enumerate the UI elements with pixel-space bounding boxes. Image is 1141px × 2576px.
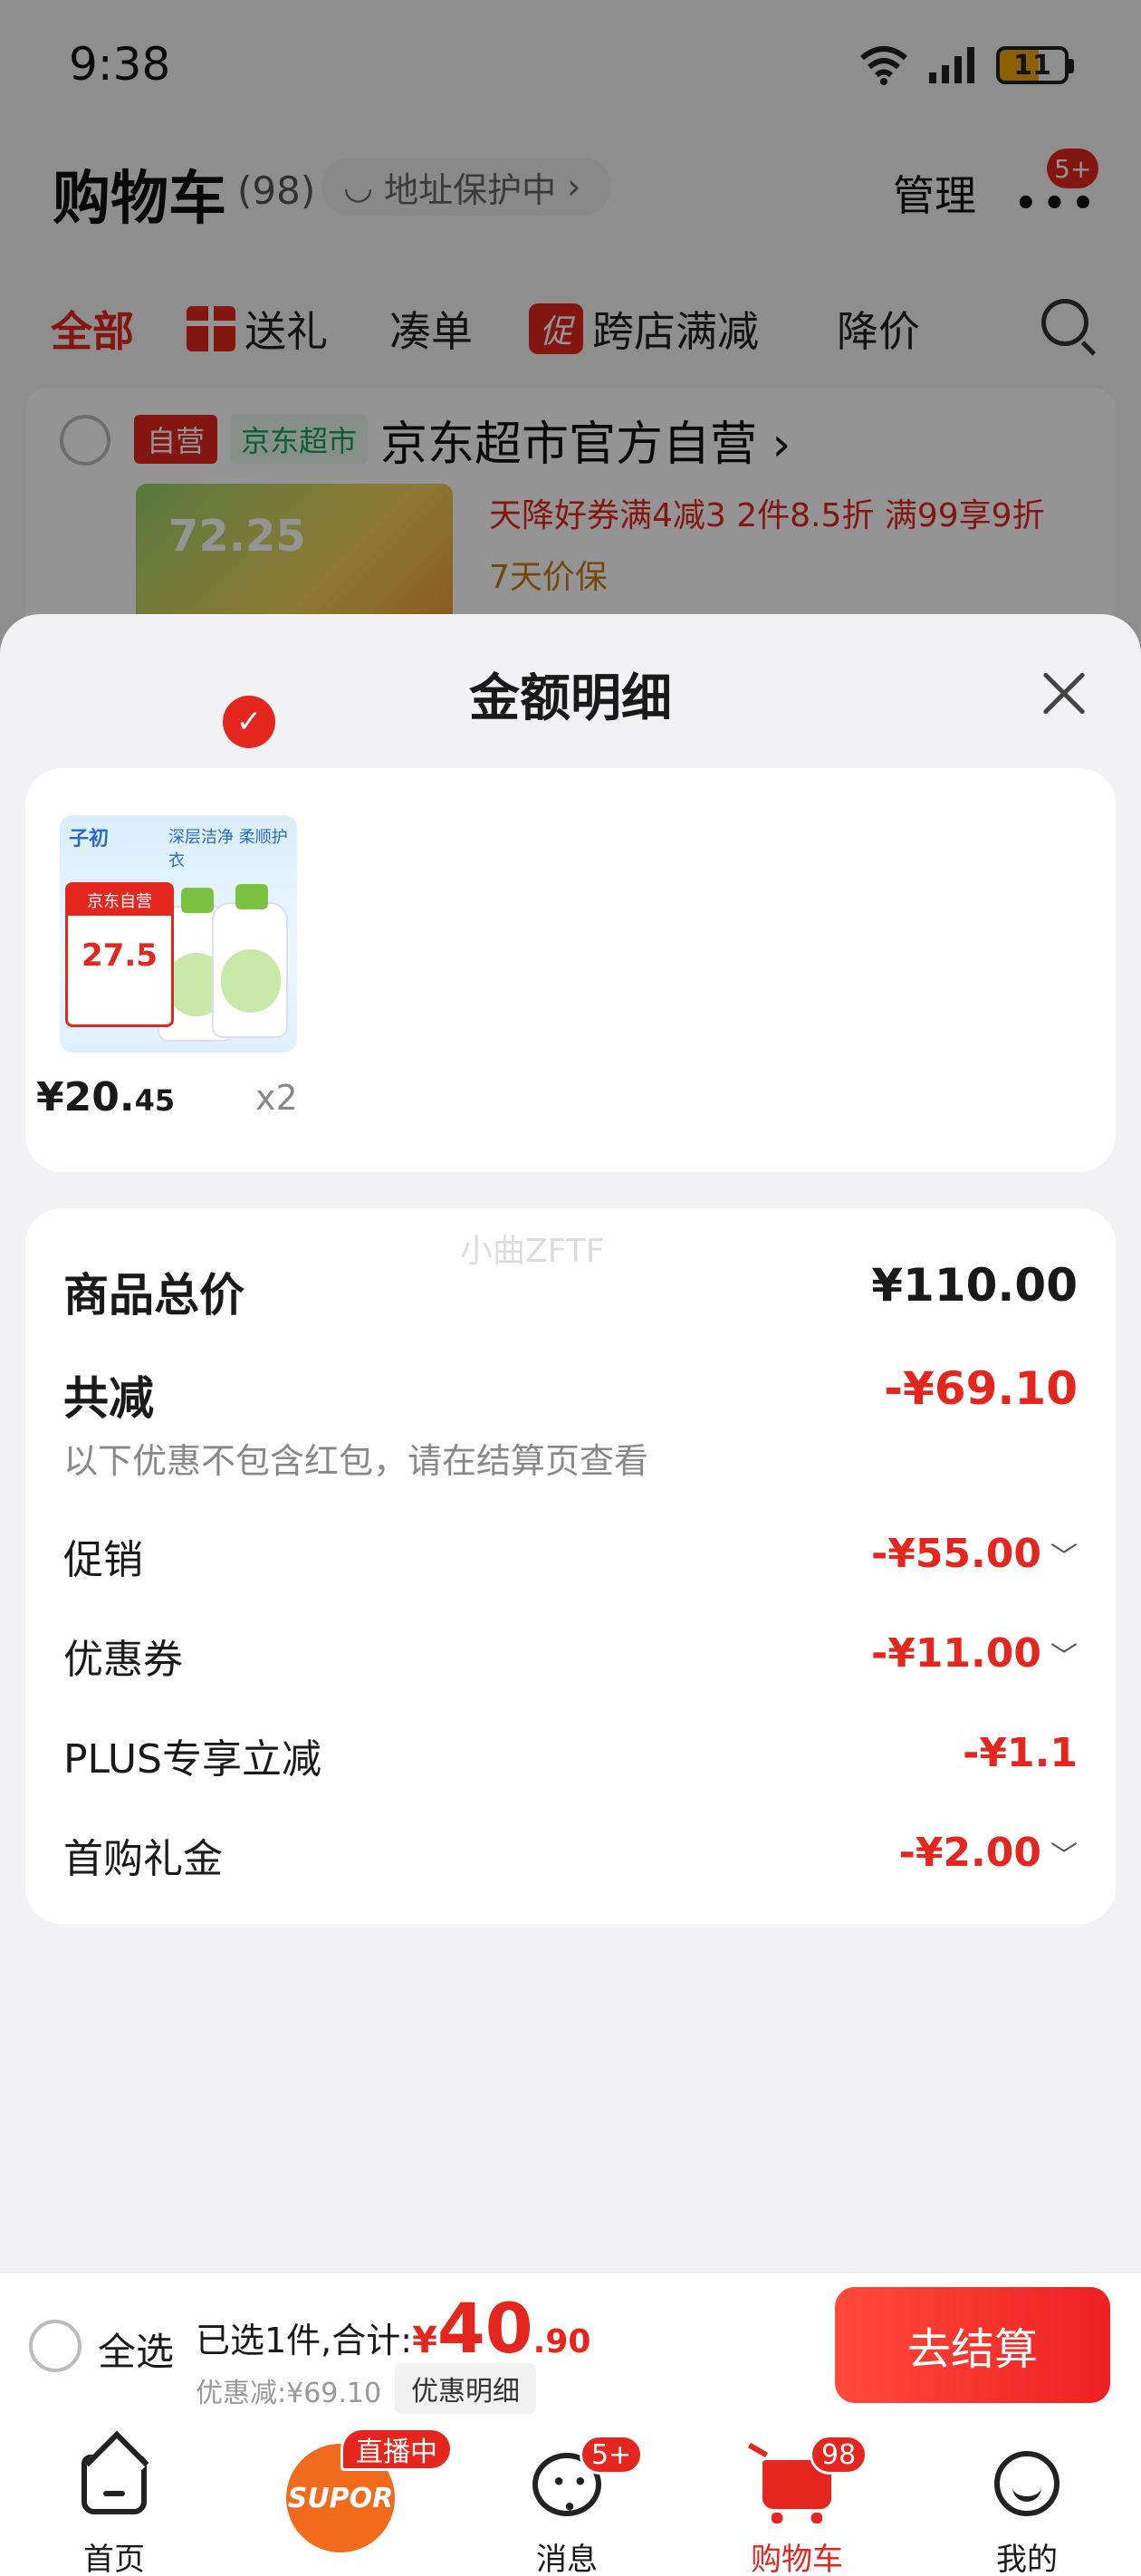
messages-badge: 5+ [580, 2435, 644, 2475]
promotion-amount: -¥55.00 [870, 1531, 1041, 1577]
sheet-title: 金额明细 [469, 669, 672, 728]
nav-cart-label: 购物车 [751, 2542, 843, 2576]
close-icon[interactable] [1032, 661, 1096, 725]
live-badge: 直播中 [340, 2427, 453, 2471]
coupon-label: 优惠券 [63, 1637, 183, 1683]
nav-home-label: 首页 [83, 2542, 145, 2576]
total-decimal: .90 [532, 2323, 591, 2360]
bottle-graphic [212, 884, 288, 1038]
selected-text: 已选1件,合计: [196, 2321, 413, 2360]
total-currency: ¥ [412, 2320, 437, 2361]
select-all-checkbox[interactable] [29, 2320, 82, 2372]
product-image[interactable]: 子初 深层洁净 柔顺护衣 京东自营 27.5 [60, 815, 297, 1053]
badge-price: 27.5 [82, 937, 158, 974]
plus-label: PLUS专享立减 [63, 1736, 321, 1783]
coupon-amount: -¥11.00 [870, 1630, 1041, 1677]
price-decimal: 45 [134, 1083, 176, 1118]
image-price-badge: 京东自营 27.5 [65, 882, 174, 1027]
cart-badge: 98 [810, 2435, 868, 2475]
reduce-label: 共减 [63, 1372, 154, 1425]
badge-top-text: 京东自营 [68, 885, 171, 916]
first-purchase-value[interactable]: -¥2.00 ﹀ [899, 1830, 1078, 1876]
amount-detail-sheet: 金额明细 子初 深层洁净 柔顺护衣 京东自营 27.5 ✓ ¥20.45 x2 … [0, 614, 1141, 2272]
promotion-value[interactable]: -¥55.00 ﹀ [871, 1531, 1078, 1577]
selected-check-icon: ✓ [223, 696, 275, 748]
coupon-value[interactable]: -¥11.00 ﹀ [871, 1630, 1078, 1677]
select-all-label[interactable]: 全选 [98, 2321, 174, 2377]
total-integer: 40 [436, 2288, 533, 2369]
chevron-down-icon: ﹀ [1050, 1541, 1078, 1573]
product-price: ¥20.45 [36, 1074, 175, 1120]
price-detail-card: 小曲ZFTF 商品总价 ¥110.00 共减 -¥69.10 以下优惠不包含红包… [25, 1208, 1116, 1924]
home-icon [82, 2455, 147, 2514]
product-card: 子初 深层洁净 柔顺护衣 京东自营 27.5 [25, 768, 1116, 1172]
image-slogan: 深层洁净 柔顺护衣 [168, 828, 288, 870]
reduce-value: -¥69.10 [884, 1362, 1078, 1415]
price-main: ¥20. [36, 1074, 135, 1120]
discount-note: 以下优惠不包含红包，请在结算页查看 [63, 1441, 649, 1481]
checkout-bar: 全选 已选1件,合计: ¥ 40 .90 优惠减:¥69.10 优惠明细 去结算 [0, 2272, 1141, 2426]
total-label: 商品总价 [63, 1269, 244, 1322]
product-quantity: x2 [255, 1078, 298, 1118]
image-brand: 子初 [69, 828, 110, 851]
watermark: 小曲ZFTF [460, 1233, 605, 1270]
nav-me-label: 我的 [996, 2542, 1058, 2576]
total-summary: 已选1件,合计: ¥ 40 .90 [196, 2294, 590, 2363]
first-purchase-amount: -¥2.00 [898, 1830, 1041, 1876]
checkout-button[interactable]: 去结算 [835, 2287, 1110, 2403]
chevron-down-icon: ﹀ [1050, 1840, 1078, 1872]
total-amount: ¥110.00 [871, 1259, 1078, 1312]
reduce-amount: -¥69.10 [884, 1362, 1078, 1415]
promotion-label: 促销 [63, 1537, 143, 1583]
total-value: ¥110.00 [871, 1259, 1078, 1312]
bottom-nav: 首页 5+ 消息 98 购物车 我的 [0, 2426, 1141, 2576]
discount-detail-button[interactable]: 优惠明细 [395, 2363, 536, 2414]
profile-icon [994, 2451, 1060, 2516]
chevron-down-icon: ﹀ [1050, 1640, 1078, 1673]
plus-amount: -¥1.1 [963, 1730, 1078, 1776]
discount-summary: 优惠减:¥69.10 [196, 2378, 382, 2409]
plus-value: -¥1.1 [963, 1730, 1078, 1776]
first-purchase-label: 首购礼金 [63, 1836, 223, 1882]
nav-messages-label: 消息 [536, 2542, 598, 2576]
